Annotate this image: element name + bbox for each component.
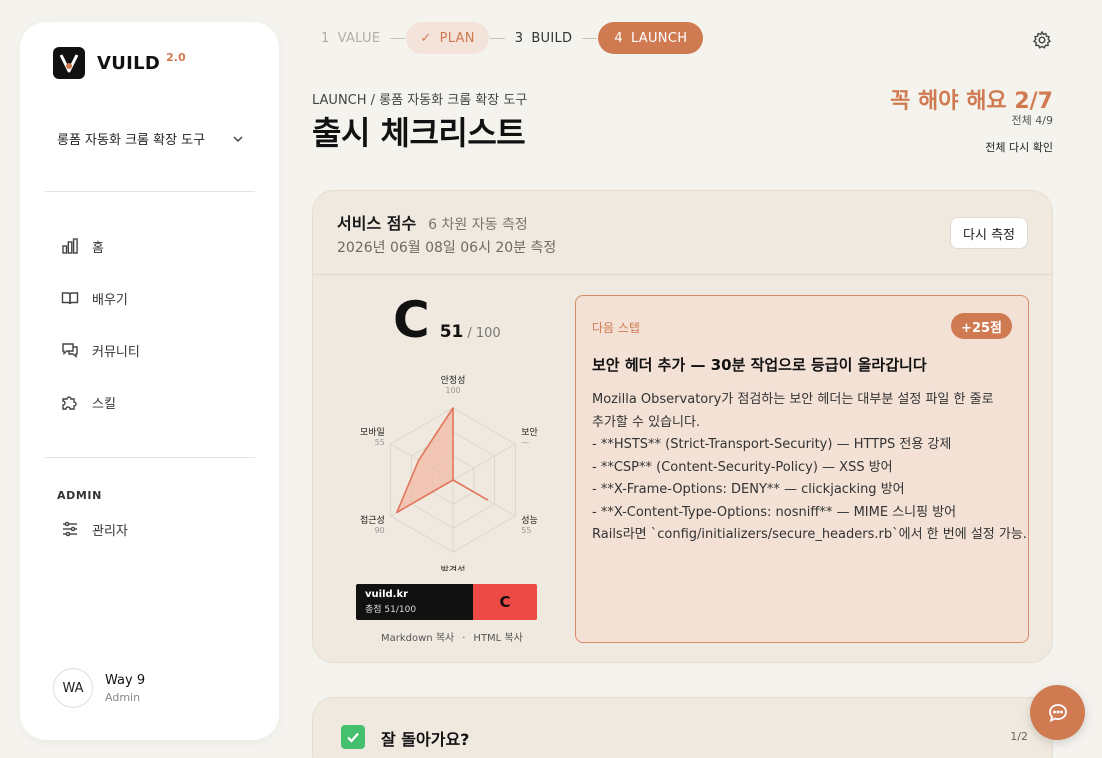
vuild-logo-icon	[53, 47, 85, 79]
stepper: 1 VALUE ✓ PLAN 3 BUILD 4 LAUNCH	[312, 22, 704, 54]
radar-axis-label: 발견성	[441, 564, 466, 571]
step-value[interactable]: 1 VALUE	[312, 22, 389, 54]
total-progress: 전체 4/9	[1011, 114, 1053, 127]
body-line: - **CSP** (Content-Security-Policy) — XS…	[592, 459, 893, 475]
separator: ·	[462, 633, 466, 644]
project-selector[interactable]: 롱폼 자동화 크롬 확장 도구	[57, 129, 245, 148]
copy-html-link[interactable]: HTML 복사	[473, 633, 522, 644]
must-do-progress: 꼭 해야 해요 2/7	[890, 89, 1053, 114]
step-separator	[582, 37, 598, 39]
body-line: - **X-Content-Type-Options: nosniff** — …	[592, 504, 957, 520]
gear-icon[interactable]	[1032, 30, 1052, 50]
works-card-title: 잘 돌아가요?	[381, 730, 470, 749]
works-checklist-card[interactable]: 잘 돌아가요? 1/2	[312, 697, 1053, 758]
body-line: 추가할 수 있습니다.	[592, 414, 701, 430]
step-build[interactable]: 3 BUILD	[506, 22, 582, 54]
step-plan[interactable]: ✓ PLAN	[406, 22, 489, 54]
radar-axis-label: 안정성	[441, 375, 466, 386]
app-name: VUILD	[97, 52, 161, 74]
puzzle-icon	[60, 392, 80, 412]
radar-axis-label: 성능	[521, 515, 538, 526]
radar-chart: 안정성100보안—성능55발견성0접근성90모바일55	[360, 375, 538, 571]
page-title: 출시 체크리스트	[312, 114, 526, 152]
remeasure-button[interactable]: 다시 측정	[950, 217, 1028, 249]
next-step-body: Mozilla Observatory가 점검하는 보안 헤더는 대부분 설정 …	[592, 389, 1027, 547]
step-separator	[489, 37, 505, 39]
body-line: - **HSTS** (Strict-Transport-Security) —…	[592, 437, 952, 452]
admin-section-label: ADMIN	[57, 489, 102, 502]
service-score-card: 서비스 점수 6 차원 자동 측정 2026년 06월 08일 06시 20분 …	[312, 190, 1053, 663]
sliders-icon	[60, 519, 80, 539]
step-separator	[390, 37, 406, 39]
divider	[45, 457, 255, 458]
sidebar-item-label: 커뮤니티	[92, 344, 140, 360]
breadcrumb: LAUNCH / 롱폼 자동화 크롬 확장 도구	[312, 93, 528, 108]
sidebar-item-home[interactable]: 홈	[60, 236, 104, 256]
chat-icon	[1048, 703, 1067, 722]
measured-at: 2026년 06월 08일 06시 20분 측정	[337, 240, 557, 256]
body-line: Rails라면 `config/initializers/secure_head…	[592, 527, 1027, 542]
badge-grade: C	[473, 584, 537, 620]
radar-data-area	[396, 407, 489, 514]
project-name: 롱폼 자동화 크롬 확장 도구	[57, 133, 206, 148]
grade-letter: C	[393, 291, 430, 349]
next-step-label: 다음 스텝	[592, 321, 640, 335]
check-icon: ✓	[420, 30, 432, 46]
score-card-subtitle: 6 차원 자동 측정	[428, 217, 528, 233]
avatar: WA	[53, 668, 93, 708]
user-role: Admin	[105, 690, 141, 704]
score-card-header: 서비스 점수 6 차원 자동 측정 2026년 06월 08일 06시 20분 …	[313, 191, 1052, 275]
score-value: 51	[439, 322, 464, 342]
divider	[45, 191, 255, 192]
works-card-count: 1/2	[1010, 730, 1028, 743]
points-badge: +25점	[951, 313, 1012, 339]
book-icon	[60, 288, 80, 308]
sidebar: VUILD 2.0 롱폼 자동화 크롬 확장 도구 홈 배우기 커뮤니티 스킬 …	[20, 22, 279, 740]
sidebar-item-community[interactable]: 커뮤니티	[60, 340, 140, 360]
badge-total: 총점 51/100	[365, 605, 417, 615]
score-card-title: 서비스 점수	[337, 214, 417, 233]
body-line: - **X-Frame-Options: DENY** — clickjacki…	[592, 482, 905, 497]
radar-axis-label: 보안	[521, 427, 538, 438]
radar-axis-value: 55	[375, 438, 385, 447]
chevron-down-icon	[233, 135, 243, 142]
radar-axis-value: 55	[521, 526, 531, 535]
score-max: / 100	[467, 326, 501, 341]
logo[interactable]: VUILD 2.0	[53, 47, 186, 79]
copy-links: Markdown 복사 · HTML 복사	[381, 629, 523, 644]
body-line: Mozilla Observatory가 점검하는 보안 헤더는 대부분 설정 …	[592, 392, 994, 407]
sidebar-item-label: 관리자	[92, 523, 128, 539]
sidebar-item-label: 홈	[92, 240, 104, 256]
sidebar-item-label: 스킬	[92, 396, 116, 412]
radar-axis-line	[452, 443, 516, 481]
radar-axis-value: 100	[445, 386, 460, 395]
app-version: 2.0	[166, 50, 186, 64]
user-name: Way 9	[105, 672, 146, 688]
radar-axis-value: —	[521, 438, 529, 447]
user-profile[interactable]: WA Way 9 Admin	[53, 668, 145, 708]
sidebar-item-admin[interactable]: 관리자	[60, 519, 128, 539]
grade-display: C 51 / 100	[393, 295, 501, 345]
radar-axis-value: 90	[375, 526, 385, 535]
step-launch[interactable]: 4 LAUNCH	[598, 22, 704, 54]
copy-markdown-link[interactable]: Markdown 복사	[381, 633, 454, 644]
radar-axis-label: 접근성	[360, 514, 385, 526]
chart-icon	[60, 236, 80, 256]
chat-bubbles-icon	[60, 340, 80, 360]
sidebar-item-label: 배우기	[92, 292, 128, 308]
sidebar-item-learn[interactable]: 배우기	[60, 288, 128, 308]
badge-site-name: vuild.kr	[365, 589, 409, 600]
next-step-panel: 다음 스텝 +25점 보안 헤더 추가 — 30분 작업으로 등급이 올라갑니다…	[575, 295, 1029, 643]
recheck-all-link[interactable]: 전체 다시 확인	[985, 139, 1053, 155]
next-step-title: 보안 헤더 추가 — 30분 작업으로 등급이 올라갑니다	[592, 356, 927, 374]
score-badge[interactable]: vuild.kr 총점 51/100 C	[356, 584, 537, 620]
chat-button[interactable]	[1030, 685, 1085, 740]
sidebar-item-skills[interactable]: 스킬	[60, 392, 116, 412]
radar-axis-label: 모바일	[360, 427, 385, 438]
checkbox-checked-icon[interactable]	[341, 725, 365, 749]
